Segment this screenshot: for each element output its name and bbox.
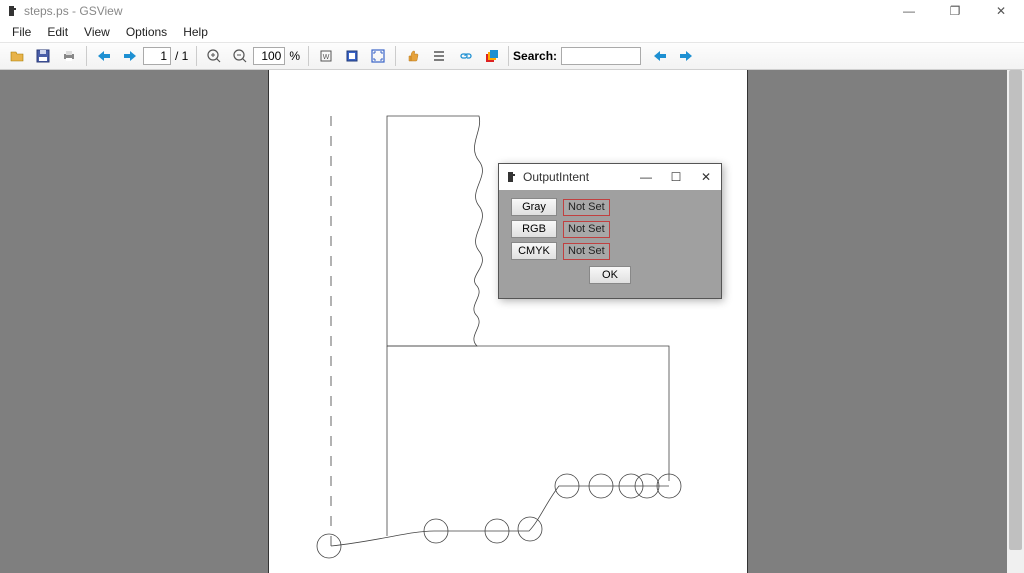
fit-window-icon[interactable] [367, 45, 389, 67]
output-intent-dialog: OutputIntent — ☐ ✕ Gray Not Set RGB Not … [498, 163, 722, 299]
toolbar-separator [196, 46, 197, 66]
minimize-button[interactable]: — [886, 0, 932, 22]
dialog-body: Gray Not Set RGB Not Set CMYK Not Set OK [499, 190, 721, 292]
document-viewport[interactable] [0, 70, 1024, 573]
fit-width-icon[interactable]: W [315, 45, 337, 67]
menu-options[interactable]: Options [118, 23, 175, 41]
search-label: Search: [513, 49, 557, 63]
dialog-app-icon [505, 170, 519, 184]
toolbar-separator [86, 46, 87, 66]
rgb-value: Not Set [563, 221, 610, 238]
list-icon[interactable] [428, 45, 450, 67]
app-icon [6, 4, 20, 18]
scrollbar-thumb[interactable] [1009, 70, 1022, 550]
search-prev-icon[interactable] [649, 45, 671, 67]
maximize-button[interactable]: ❐ [932, 0, 978, 22]
page-total-label: / 1 [175, 49, 188, 63]
dialog-ok-row: OK [511, 266, 709, 284]
document-page [268, 70, 748, 573]
zoom-percent-label: % [289, 49, 300, 63]
gray-value: Not Set [563, 199, 610, 216]
cmyk-button[interactable]: CMYK [511, 242, 557, 260]
gray-button[interactable]: Gray [511, 198, 557, 216]
dialog-close-button[interactable]: ✕ [691, 164, 721, 190]
layers-icon[interactable] [480, 45, 502, 67]
search-next-icon[interactable] [675, 45, 697, 67]
toolbar-separator [395, 46, 396, 66]
output-intent-row-cmyk: CMYK Not Set [511, 242, 709, 260]
window-title: steps.ps - GSView [24, 4, 122, 18]
output-intent-row-rgb: RGB Not Set [511, 220, 709, 238]
link-icon[interactable] [454, 45, 476, 67]
next-page-icon[interactable] [119, 45, 141, 67]
page-number-input[interactable] [143, 47, 171, 65]
dialog-titlebar[interactable]: OutputIntent — ☐ ✕ [499, 164, 721, 190]
toolbar: / 1 % W Search: [0, 42, 1024, 70]
dialog-maximize-button[interactable]: ☐ [661, 164, 691, 190]
page-content-drawing [269, 70, 749, 573]
zoom-value-input[interactable] [253, 47, 285, 65]
menubar: File Edit View Options Help [0, 22, 1024, 42]
zoom-out-icon[interactable] [229, 45, 251, 67]
menu-help[interactable]: Help [175, 23, 216, 41]
menu-edit[interactable]: Edit [39, 23, 76, 41]
dialog-title: OutputIntent [523, 170, 631, 184]
output-intent-row-gray: Gray Not Set [511, 198, 709, 216]
search-input[interactable] [561, 47, 641, 65]
svg-text:W: W [323, 54, 330, 61]
toolbar-separator [308, 46, 309, 66]
toolbar-separator [508, 46, 509, 66]
print-icon[interactable] [58, 45, 80, 67]
menu-file[interactable]: File [4, 23, 39, 41]
vertical-scrollbar[interactable] [1007, 70, 1024, 573]
dialog-minimize-button[interactable]: — [631, 164, 661, 190]
open-icon[interactable] [6, 45, 28, 67]
rgb-button[interactable]: RGB [511, 220, 557, 238]
fit-page-icon[interactable] [341, 45, 363, 67]
prev-page-icon[interactable] [93, 45, 115, 67]
close-button[interactable]: ✕ [978, 0, 1024, 22]
cmyk-value: Not Set [563, 243, 610, 260]
menu-view[interactable]: View [76, 23, 118, 41]
zoom-in-icon[interactable] [203, 45, 225, 67]
thumbs-up-icon[interactable] [402, 45, 424, 67]
save-icon[interactable] [32, 45, 54, 67]
window-titlebar: steps.ps - GSView — ❐ ✕ [0, 0, 1024, 22]
ok-button[interactable]: OK [589, 266, 631, 284]
